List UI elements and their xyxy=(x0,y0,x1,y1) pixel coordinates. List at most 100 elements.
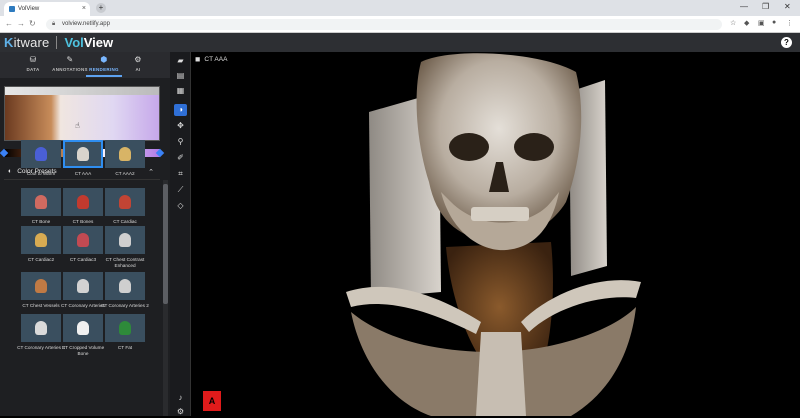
url-field[interactable]: 🔒︎ volview.netlify.app xyxy=(46,19,722,30)
color-range-max-handle[interactable] xyxy=(155,148,165,158)
settings-gear-icon[interactable]: ⚙ xyxy=(174,406,187,418)
preset-tile[interactable] xyxy=(105,272,145,300)
extensions-puzzle-icon[interactable]: ▣ xyxy=(758,19,765,27)
tab-ai-label: AI xyxy=(135,67,141,72)
color-range-min-handle[interactable] xyxy=(0,148,9,158)
ruler-icon[interactable]: ⟋ xyxy=(174,184,187,196)
preset-tile[interactable] xyxy=(21,314,61,342)
new-tab-button[interactable]: + xyxy=(96,3,106,13)
database-icon: ⛁ xyxy=(29,55,37,64)
back-icon[interactable]: ← xyxy=(5,19,13,28)
preset-thumbnail xyxy=(21,226,61,254)
tab-data-label: DATA xyxy=(26,67,40,72)
layout-grid-icon[interactable]: ▦ xyxy=(174,85,187,97)
preset-label: CT Cardiac xyxy=(113,219,137,224)
preset-tile[interactable] xyxy=(63,272,103,300)
sternum xyxy=(476,332,526,416)
preset-tile[interactable] xyxy=(21,272,61,300)
preset-thumbnail xyxy=(63,142,103,166)
preset-label: Cool to Warm xyxy=(26,171,56,176)
forward-icon[interactable]: → xyxy=(17,19,25,28)
preset-tile[interactable] xyxy=(21,188,61,216)
skull-thumbnail-icon xyxy=(119,321,131,335)
save-icon[interactable]: ▤ xyxy=(174,70,187,82)
star-icon[interactable]: ☆ xyxy=(730,19,736,27)
pan-icon[interactable]: ✥ xyxy=(174,120,187,132)
url-text: volview.netlify.app xyxy=(62,21,110,27)
right-eye-socket xyxy=(514,133,554,161)
tab-data[interactable]: ⛁ DATA xyxy=(13,55,53,72)
camera-icon: ◼ xyxy=(195,56,201,63)
presets-scrollbar[interactable] xyxy=(163,180,168,416)
preset-tile[interactable] xyxy=(21,140,61,168)
tab-annotations-label: ANNOTATIONS xyxy=(52,67,88,72)
browser-tab-title: VolView xyxy=(18,6,40,12)
zoom-icon[interactable]: ⚲ xyxy=(174,136,187,148)
preset-label: CT Coronary Arteries xyxy=(61,303,105,308)
minimize-icon[interactable]: — xyxy=(740,2,748,11)
tab-ai[interactable]: ⚙ AI xyxy=(118,55,158,72)
kitware-logo: Kitware xyxy=(4,35,50,50)
browser-tab[interactable]: VolView × xyxy=(4,2,90,16)
skull-thumbnail-icon xyxy=(77,279,89,293)
preset-tile[interactable] xyxy=(105,314,145,342)
preset-thumbnail xyxy=(63,188,103,216)
preset-label: CT AAA2 xyxy=(115,171,135,176)
opacity-curve-band xyxy=(5,87,159,95)
preset-tile[interactable] xyxy=(63,314,103,342)
annotation-badge[interactable]: A xyxy=(203,391,221,411)
skull-thumbnail-icon xyxy=(119,279,131,293)
viewport-title-text: CT AAA xyxy=(204,55,228,63)
preset-thumbnail xyxy=(105,314,145,342)
skull-thumbnail-icon xyxy=(35,321,47,335)
skull-thumbnail-icon xyxy=(77,195,89,209)
preset-tile[interactable] xyxy=(63,188,103,216)
preset-tile[interactable] xyxy=(105,188,145,216)
preset-tile[interactable] xyxy=(105,226,145,254)
app-header: Kitware VolView ? xyxy=(0,33,800,52)
extension-icon[interactable]: ◆ xyxy=(744,19,749,27)
maximize-icon[interactable]: ❐ xyxy=(762,2,769,11)
close-window-icon[interactable]: ✕ xyxy=(784,2,791,11)
window-level-icon[interactable]: ◑ xyxy=(174,104,187,116)
robot-icon: ⚙ xyxy=(134,55,142,64)
notifications-bell-icon[interactable]: ♪ xyxy=(174,392,187,404)
module-tabs: ⛁ DATA ✎ ANNOTATIONS ⬢ RENDERING ⚙ AI xyxy=(0,52,170,78)
viewport-title: ◼ CT AAA xyxy=(195,55,228,64)
preset-tile[interactable] xyxy=(105,140,145,168)
polygon-icon[interactable]: ◇ xyxy=(174,200,187,212)
help-button[interactable]: ? xyxy=(781,37,792,48)
skull-thumbnail-icon xyxy=(119,195,131,209)
lock-icon: 🔒︎ xyxy=(52,21,56,27)
preset-thumbnail xyxy=(105,272,145,300)
tab-rendering-label: RENDERING xyxy=(89,67,119,72)
skull-thumbnail-icon xyxy=(77,233,89,247)
profile-icon[interactable]: ● xyxy=(772,19,776,26)
paint-brush-icon[interactable]: ✐ xyxy=(174,152,187,164)
open-folder-icon[interactable]: ▰ xyxy=(174,55,187,67)
preset-thumbnail xyxy=(105,226,145,254)
chevron-up-icon[interactable]: ⌃ xyxy=(148,168,154,176)
menu-kebab-icon[interactable]: ⋮ xyxy=(786,19,793,27)
side-panel: ⛁ DATA ✎ ANNOTATIONS ⬢ RENDERING ⚙ AI ☝ … xyxy=(0,52,170,416)
close-tab-icon[interactable]: × xyxy=(82,5,86,12)
preset-label: CT AAA xyxy=(74,171,92,176)
preset-tile[interactable] xyxy=(21,226,61,254)
skull-thumbnail-icon xyxy=(77,321,89,335)
3d-viewport[interactable]: ◼ CT AAA A xyxy=(191,52,800,416)
preset-label: CT Chest Vessels xyxy=(22,303,60,308)
preset-thumbnail xyxy=(21,140,61,168)
app-logo: Kitware VolView xyxy=(4,35,113,50)
preset-tile[interactable] xyxy=(63,140,103,168)
opacity-transfer-function-editor[interactable]: ☝ xyxy=(4,86,160,141)
preset-tile[interactable] xyxy=(63,226,103,254)
skull-thumbnail-icon xyxy=(35,147,47,161)
volume-rendering[interactable] xyxy=(191,52,800,416)
preset-thumbnail xyxy=(63,272,103,300)
preset-thumbnail xyxy=(105,188,145,216)
presets-scrollbar-thumb[interactable] xyxy=(163,184,168,304)
reload-icon[interactable]: ↻ xyxy=(29,19,36,28)
crop-icon[interactable]: ⌗ xyxy=(174,168,187,180)
preset-thumbnail xyxy=(21,314,61,342)
skull-thumbnail-icon xyxy=(35,279,47,293)
